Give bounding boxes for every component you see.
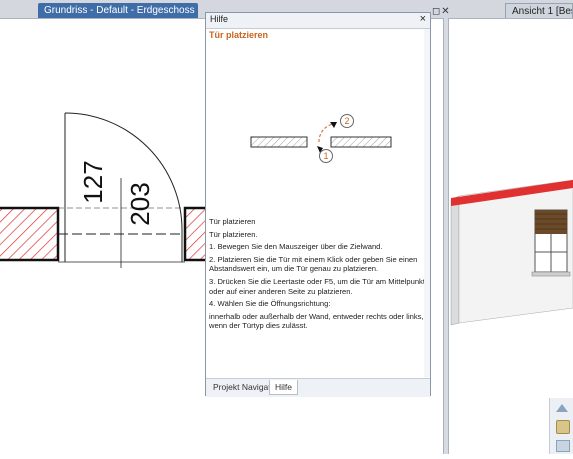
view-3d-canvas[interactable] [449,18,573,454]
door-placement-figure: 1 2 [246,108,396,168]
wall-segment-left [0,206,60,262]
floor-plan-drawing [0,112,217,268]
help-text-line: Tür platzieren. [209,229,258,239]
wall-segment-right [183,206,217,262]
help-titlebar: Hilfe × [206,13,430,29]
help-panel: Hilfe × Tür platzieren 1 2 Tür platziere… [205,12,431,397]
help-step-2: 2. Platzieren Sie die Tür mit einem Klic… [209,254,418,274]
help-scrollbar[interactable] [424,29,430,377]
door-height-label: 203 [125,182,155,226]
door-width-label: 127 [78,160,108,204]
nav-pan-icon[interactable] [556,420,570,434]
view-3d-drawing [450,179,573,326]
step-marker-2: 2 [340,114,354,128]
help-step-3: 3. Drücken Sie die Leertaste oder F5, um… [209,276,425,296]
nav-up-icon[interactable] [556,404,568,412]
tab-help[interactable]: Hilfe [269,380,299,395]
help-body: Tür platzieren Tür platzieren. 1. Bewege… [209,217,427,334]
help-step-4: 4. Wählen Sie die Öffnungsrichtung: [209,299,331,309]
help-heading: Tür platzieren [209,30,269,40]
help-step-4-detail: innerhalb oder außerhalb der Wand, entwe… [209,311,424,331]
step-marker-1: 1 [319,149,333,163]
floor-plan-canvas[interactable]: 127 203 [0,18,217,454]
help-title: Hilfe [210,14,229,24]
help-text-line: Tür platzieren [209,217,256,226]
nav-down-icon[interactable] [556,440,570,452]
help-bottom-tabs: Projekt Navigator Hilfe [206,378,430,397]
navigation-widget[interactable] [549,398,573,454]
help-step-1: 1. Bewegen Sie den Mauszeiger über die Z… [209,242,383,252]
tab-floor-plan[interactable]: Grundriss - Default - Erdgeschoss (0 m) … [38,3,198,18]
tab-view-3d[interactable]: Ansicht 1 [Beschleunigt] [505,3,573,18]
close-icon[interactable]: × [420,13,426,25]
window-controls[interactable]: ◻✕ [432,6,451,17]
